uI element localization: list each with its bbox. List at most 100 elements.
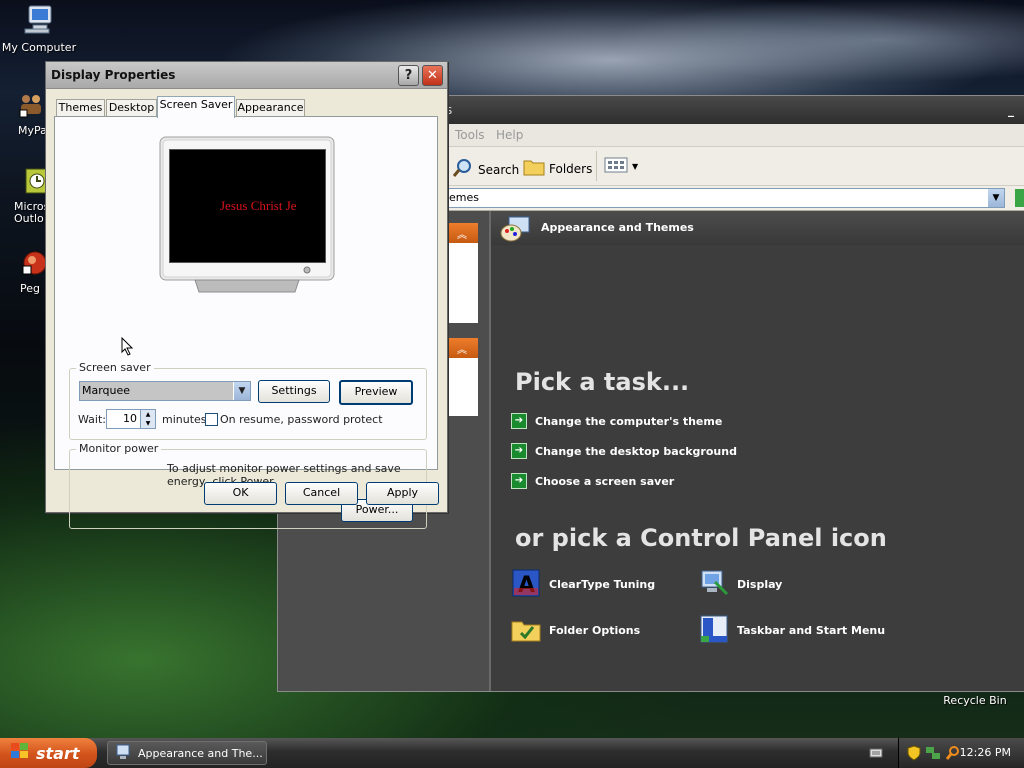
settings-button[interactable]: Settings xyxy=(258,380,330,403)
screensaver-value: Marquee xyxy=(80,382,233,400)
screen-saver-tab-page: Jesus Christ Je Screen saver Marquee ▼ S… xyxy=(54,116,438,529)
views-icon xyxy=(604,157,628,176)
display-properties-dialog[interactable]: Display Properties ? ✕ Themes Desktop Sc… xyxy=(45,61,448,529)
cp-icon-cleartype[interactable]: A ClearType Tuning xyxy=(511,568,655,601)
taskbar-item-appearance-themes[interactable]: Appearance and The... xyxy=(107,741,267,765)
network-icon[interactable] xyxy=(925,745,941,764)
address-field[interactable]: emes ▼ xyxy=(446,188,1005,208)
folder-options-icon xyxy=(511,614,541,647)
minutes-label: minutes xyxy=(162,413,207,426)
address-dropdown-button[interactable]: ▼ xyxy=(988,189,1004,207)
cp-icon-label: Taskbar and Start Menu xyxy=(737,624,886,637)
menu-help[interactable]: Help xyxy=(496,128,523,142)
cp-icon-label: Display xyxy=(737,578,783,591)
ok-button[interactable]: OK xyxy=(204,482,277,505)
display-icon xyxy=(116,744,132,763)
menu-tools[interactable]: Tools xyxy=(455,128,485,142)
task-pane-box xyxy=(448,243,478,323)
start-button[interactable]: start xyxy=(0,738,97,768)
tab-desktop[interactable]: Desktop xyxy=(106,99,157,117)
wait-value: 10 xyxy=(123,412,137,425)
taskbar-item-label: Appearance and The... xyxy=(138,746,263,760)
desktop-icon-label: Micros Outlo xyxy=(14,200,50,225)
desktop-icon-label: My Computer xyxy=(1,41,77,54)
task-label: Change the computer's theme xyxy=(535,414,723,428)
clock[interactable]: 12:26 PM xyxy=(960,746,1011,759)
password-protect-checkbox[interactable] xyxy=(205,413,218,426)
cp-icon-label: Folder Options xyxy=(549,624,641,637)
desktop-icon-recycle-bin[interactable]: Recycle Bin xyxy=(930,694,1020,707)
tab-appearance[interactable]: Appearance xyxy=(236,99,305,117)
category-header: Appearance and Themes xyxy=(491,211,1024,245)
task-change-background[interactable]: ➔ Change the desktop background xyxy=(511,443,737,459)
toolbar-separator xyxy=(596,151,597,181)
wait-label: Wait: xyxy=(78,413,106,426)
taskbar: start Appearance and The... 12:26 PM xyxy=(0,738,1024,768)
collapse-icon: ︽ xyxy=(457,345,467,356)
appearance-themes-icon xyxy=(499,213,531,246)
task-pane-box xyxy=(448,358,478,416)
keyboard-icon[interactable] xyxy=(869,747,883,762)
minimize-button[interactable]: _ xyxy=(1003,101,1019,117)
cleartype-icon: A xyxy=(511,568,541,601)
arrow-right-icon: ➔ xyxy=(511,473,527,489)
tab-themes[interactable]: Themes xyxy=(56,99,105,117)
arrow-right-icon: ➔ xyxy=(511,443,527,459)
cp-icon-folder-options[interactable]: Folder Options xyxy=(511,614,640,647)
close-button[interactable]: ✕ xyxy=(422,65,443,86)
apply-button[interactable]: Apply xyxy=(366,482,439,505)
dialog-titlebar[interactable]: Display Properties ? ✕ xyxy=(46,62,447,89)
desktop-icon-label: Recycle Bin xyxy=(943,694,1007,707)
search-button[interactable]: Search xyxy=(452,157,519,182)
search-tray-icon[interactable] xyxy=(945,745,961,764)
go-button[interactable] xyxy=(1015,189,1024,207)
security-shield-icon[interactable] xyxy=(907,745,921,764)
spin-down-icon[interactable]: ▼ xyxy=(140,419,155,428)
start-label: start xyxy=(36,743,80,763)
search-icon xyxy=(452,157,474,182)
address-value: emes xyxy=(449,191,479,204)
monitor-power-group-label: Monitor power xyxy=(76,442,162,455)
task-change-theme[interactable]: ➔ Change the computer's theme xyxy=(511,413,722,429)
views-button[interactable]: ▼ xyxy=(604,157,638,176)
preview-button[interactable]: Preview xyxy=(339,380,413,405)
screensaver-group: Screen saver Marquee ▼ Settings Preview … xyxy=(69,361,427,440)
folder-icon xyxy=(523,157,545,180)
tab-screen-saver[interactable]: Screen Saver xyxy=(157,96,235,118)
windows-logo-icon xyxy=(10,742,30,764)
task-pane-header[interactable]: ︽ xyxy=(448,338,478,358)
category-pane: Appearance and Themes Pick a task... ➔ C… xyxy=(491,211,1024,691)
help-button[interactable]: ? xyxy=(398,65,419,86)
cancel-button[interactable]: Cancel xyxy=(285,482,358,505)
password-protect-label[interactable]: On resume, password protect xyxy=(220,413,383,426)
display-icon xyxy=(699,568,729,601)
mouse-cursor-icon xyxy=(121,336,134,359)
monitor-preview: Jesus Christ Je xyxy=(159,136,335,293)
screensaver-select[interactable]: Marquee ▼ xyxy=(79,381,251,401)
dialog-title: Display Properties xyxy=(51,68,176,82)
cp-icon-label: ClearType Tuning xyxy=(549,578,656,591)
pick-icon-heading: or pick a Control Panel icon xyxy=(515,524,887,552)
wait-spinner[interactable]: 10 ▲ ▼ xyxy=(106,409,156,429)
system-tray: 12:26 PM xyxy=(898,738,1024,768)
marquee-preview-text: Jesus Christ Je xyxy=(220,198,297,213)
computer-icon xyxy=(0,3,79,38)
taskbar-start-menu-icon xyxy=(699,614,729,647)
task-pane-header[interactable]: ︽ xyxy=(448,223,478,243)
task-choose-screensaver[interactable]: ➔ Choose a screen saver xyxy=(511,473,674,489)
cp-icon-display[interactable]: Display xyxy=(699,568,782,601)
screensaver-group-label: Screen saver xyxy=(76,361,154,374)
pick-task-heading: Pick a task... xyxy=(515,368,690,396)
folders-button[interactable]: Folders xyxy=(523,157,592,180)
chevron-down-icon[interactable]: ▼ xyxy=(234,382,250,400)
desktop-icon-my-computer[interactable]: My Computer xyxy=(0,3,79,54)
arrow-right-icon: ➔ xyxy=(511,413,527,429)
desktop-icon-label: MyPa xyxy=(18,124,47,137)
dropdown-arrow-icon: ▼ xyxy=(632,162,639,171)
cp-icon-taskbar-start-menu[interactable]: Taskbar and Start Menu xyxy=(699,614,885,647)
desktop-icon-label: Peg xyxy=(20,282,40,295)
task-label: Choose a screen saver xyxy=(535,474,675,488)
collapse-icon: ︽ xyxy=(457,230,467,241)
task-label: Change the desktop background xyxy=(535,444,737,458)
spin-up-icon[interactable]: ▲ xyxy=(140,410,155,419)
